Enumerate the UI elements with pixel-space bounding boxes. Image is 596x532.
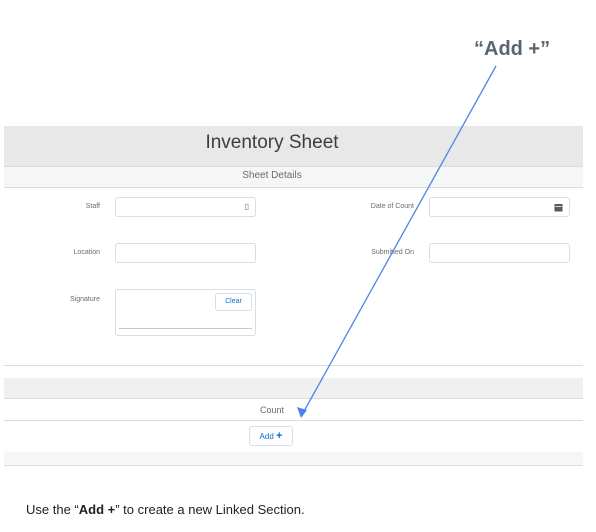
instruction-bold: Add +: [78, 502, 116, 517]
instruction-prefix: Use the “: [26, 502, 79, 517]
instruction-text: Use the “Add +” to create a new Linked S…: [26, 502, 305, 517]
instruction-suffix: ” to create a new Linked Section.: [115, 502, 305, 517]
annotation-arrow: [297, 65, 497, 418]
